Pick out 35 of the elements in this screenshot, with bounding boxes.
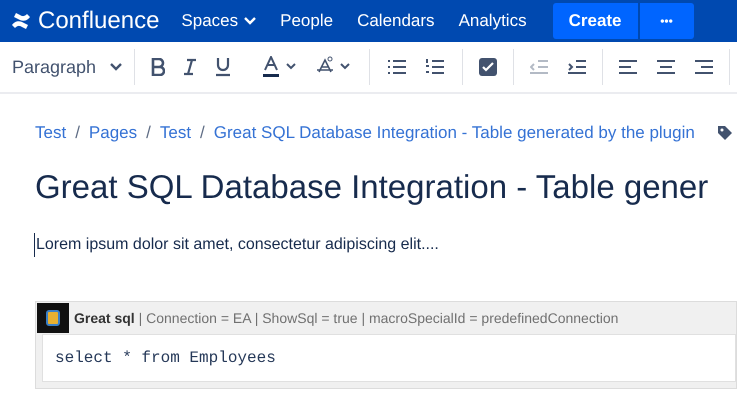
breadcrumb-link[interactable]: Pages [88, 120, 138, 146]
italic-icon[interactable] [183, 58, 198, 76]
breadcrumb-link[interactable]: Great SQL Database Integration - Table generated by the plugin [214, 120, 695, 146]
nav-link[interactable]: Calendars [357, 8, 435, 34]
body-paragraph[interactable]: Lorem ipsum dolor sit amet, consectetur adipiscing elit.... [34, 233, 737, 257]
breadcrumb-separator: / [75, 122, 80, 144]
breadcrumb-separator: / [146, 122, 151, 144]
breadcrumb-link[interactable]: Test [160, 120, 192, 146]
align-right-icon[interactable] [695, 60, 714, 74]
nav-link[interactable]: Spaces [181, 8, 256, 34]
nav-link[interactable]: Analytics [458, 8, 527, 34]
plugin-logo-icon [37, 303, 69, 333]
nav-link[interactable]: People [280, 8, 334, 34]
align-center-icon[interactable] [657, 60, 676, 74]
code-text: select * from Employees [55, 348, 276, 369]
indent-icon[interactable] [568, 60, 586, 74]
page-title[interactable]: Great SQL Database Integration - Table gener [35, 162, 737, 211]
numbered-list-icon[interactable] [426, 59, 444, 75]
breadcrumb-link[interactable]: Test [35, 120, 66, 146]
logo-text: Confluence [38, 6, 160, 36]
bold-icon[interactable] [151, 58, 166, 76]
logo-icon [10, 11, 32, 31]
code-block[interactable]: select * from Employees [42, 334, 736, 382]
breadcrumb-separator: / [200, 122, 205, 144]
checkbox-icon[interactable] [479, 58, 498, 76]
paragraph-dropdown[interactable]: Paragraph [12, 49, 136, 85]
create-button[interactable]: Create [552, 3, 638, 39]
chevron-down-icon [110, 63, 122, 71]
more-button[interactable]: ••• [640, 3, 694, 39]
underline-icon[interactable] [215, 57, 232, 77]
macro-panel[interactable]: Great sql | Connection = EA | ShowSql = true | macroSpecialId = predefinedConnection select * from Employees [35, 301, 737, 389]
tag-icon[interactable] [716, 124, 733, 141]
macro-header: Great sql | Connection = EA | ShowSql = true | macroSpecialId = predefinedConnection [74, 308, 618, 328]
bullet-list-icon[interactable] [388, 60, 406, 74]
align-left-icon[interactable] [619, 60, 638, 74]
